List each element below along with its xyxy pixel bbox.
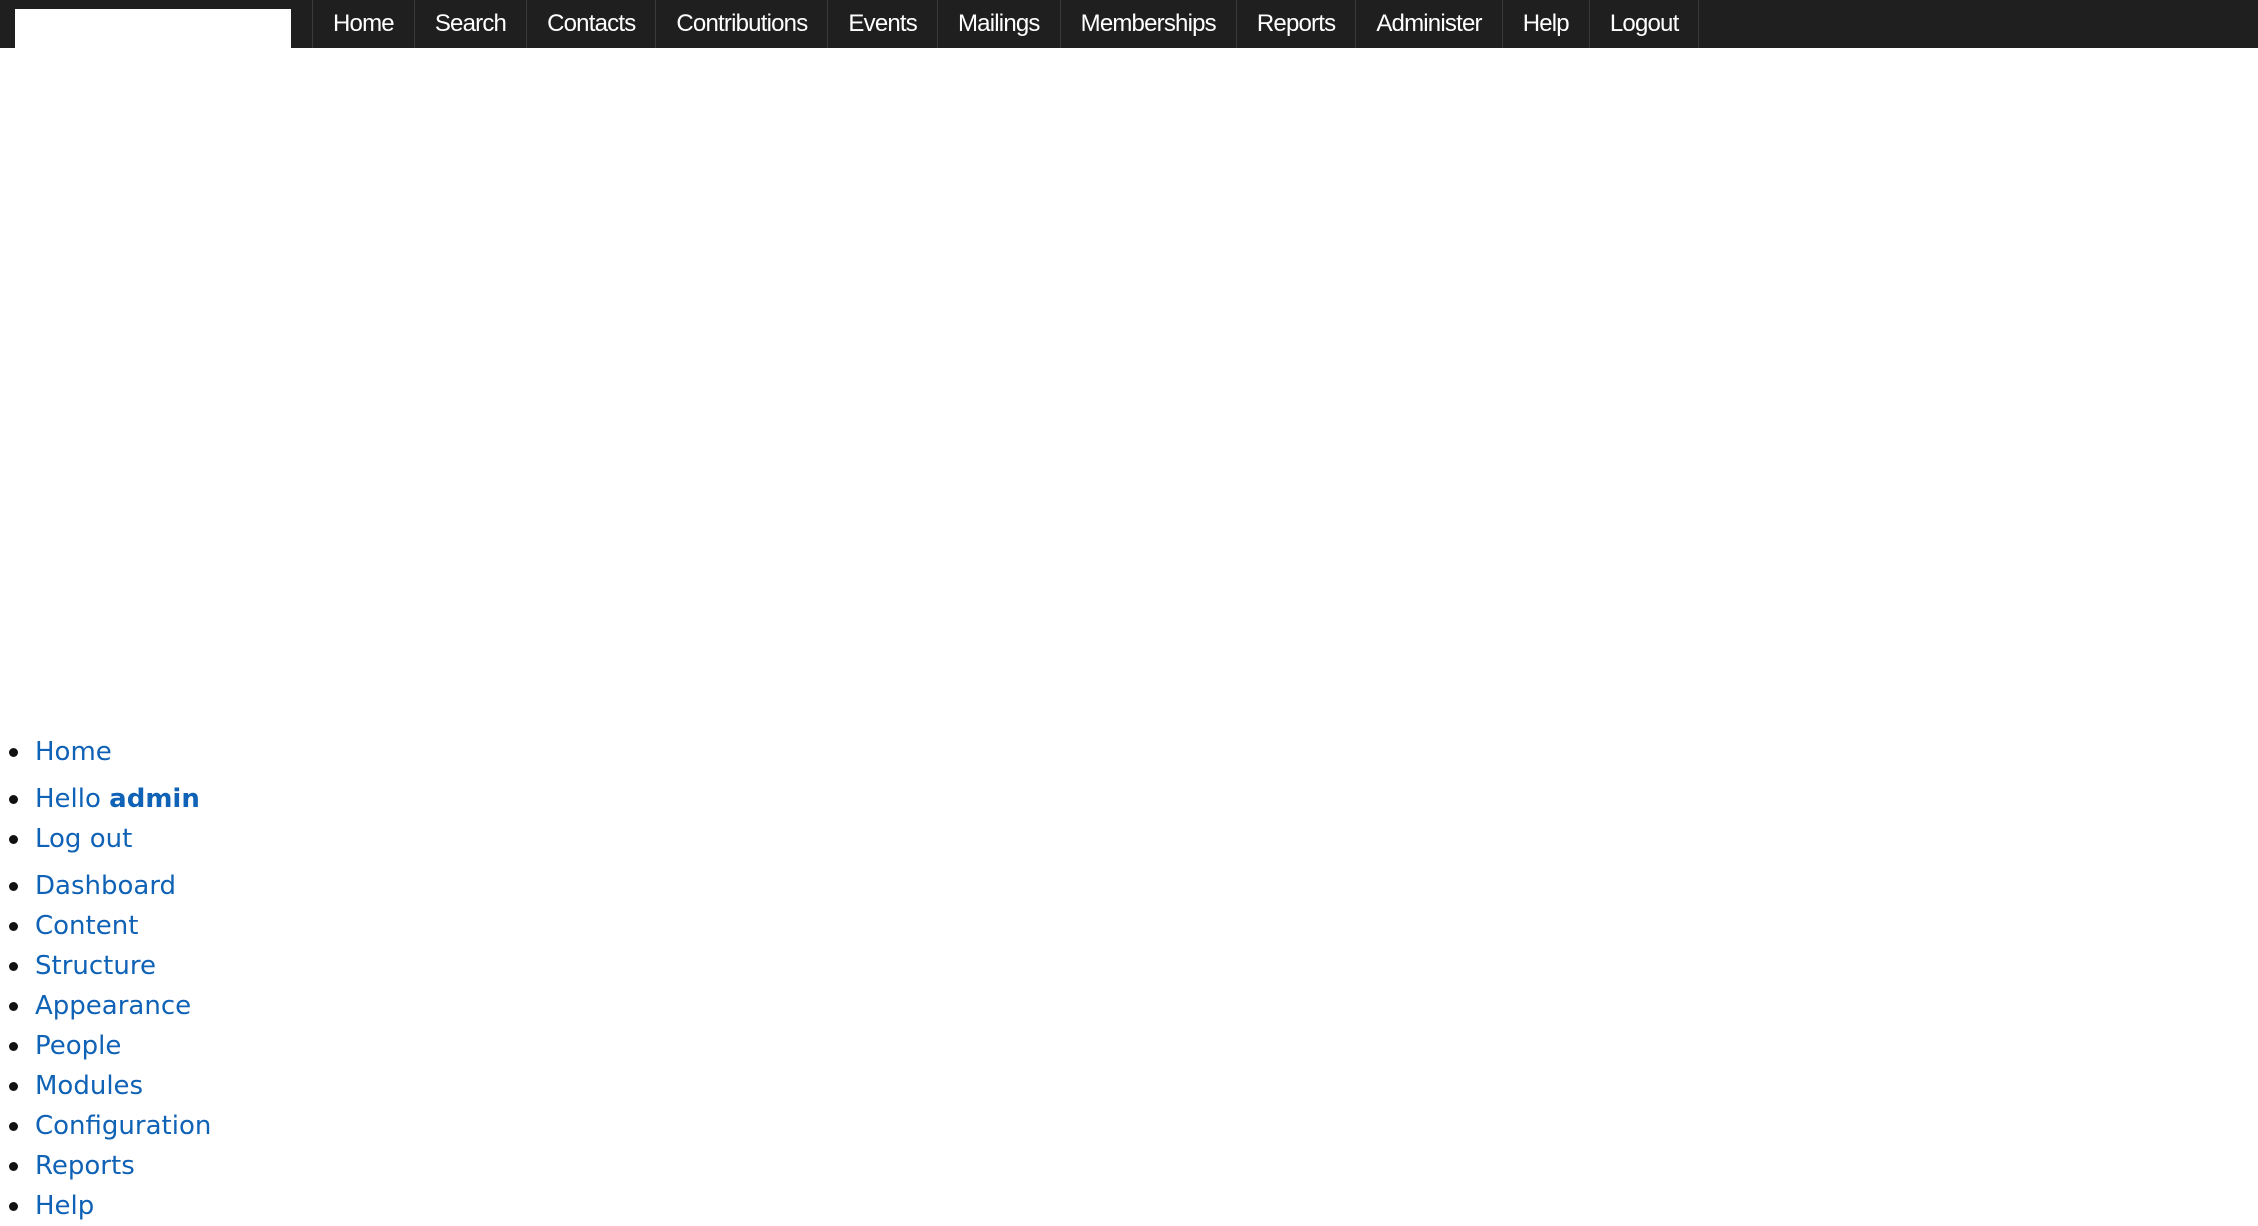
- admin-link-dashboard[interactable]: Dashboard: [35, 871, 176, 901]
- list-item: Reports: [0, 1146, 211, 1186]
- menu-item-logout[interactable]: Logout: [1590, 0, 1700, 48]
- civicrm-menu-bar: Home Search Contacts Contributions Event…: [0, 0, 2258, 48]
- home-link[interactable]: Home: [35, 737, 112, 767]
- list-item: Appearance: [0, 986, 211, 1026]
- list-item: People: [0, 1026, 211, 1066]
- list-item: Structure: [0, 946, 211, 986]
- menu-item-contributions[interactable]: Contributions: [656, 0, 829, 48]
- civicrm-main-menu: Home Search Contacts Contributions Event…: [312, 0, 1700, 48]
- menu-item-contacts[interactable]: Contacts: [527, 0, 657, 48]
- list-item: Help: [0, 1186, 211, 1226]
- menu-item-reports[interactable]: Reports: [1237, 0, 1357, 48]
- admin-link-structure[interactable]: Structure: [35, 951, 156, 981]
- admin-link-appearance[interactable]: Appearance: [35, 991, 191, 1021]
- admin-link-modules[interactable]: Modules: [35, 1071, 143, 1101]
- username: admin: [109, 784, 200, 814]
- menu-item-administer[interactable]: Administer: [1356, 0, 1503, 48]
- admin-link-reports[interactable]: Reports: [35, 1151, 135, 1181]
- menu-item-search[interactable]: Search: [415, 0, 528, 48]
- list-item: Hello admin: [0, 779, 211, 819]
- list-item: Configuration: [0, 1106, 211, 1146]
- menu-item-events[interactable]: Events: [828, 0, 938, 48]
- quicksearch-input[interactable]: [15, 9, 291, 48]
- menu-item-home[interactable]: Home: [313, 0, 415, 48]
- hello-user-link[interactable]: Hello admin: [35, 784, 200, 814]
- list-item: Modules: [0, 1066, 211, 1106]
- list-item: Log out: [0, 819, 211, 859]
- list-item: Dashboard: [0, 866, 211, 906]
- hello-prefix: Hello: [35, 784, 101, 814]
- list-item: Content: [0, 906, 211, 946]
- admin-link-people[interactable]: People: [35, 1031, 121, 1061]
- admin-link-help[interactable]: Help: [35, 1191, 94, 1221]
- menu-item-mailings[interactable]: Mailings: [938, 0, 1061, 48]
- menu-item-help[interactable]: Help: [1503, 0, 1590, 48]
- admin-link-content[interactable]: Content: [35, 911, 138, 941]
- list-item: Home: [0, 732, 211, 772]
- admin-link-configuration[interactable]: Configuration: [35, 1111, 211, 1141]
- menu-item-memberships[interactable]: Memberships: [1061, 0, 1237, 48]
- logout-link[interactable]: Log out: [35, 824, 132, 854]
- toolbar-links-list: Home Hello admin Log out Dashboard Conte…: [0, 732, 211, 1226]
